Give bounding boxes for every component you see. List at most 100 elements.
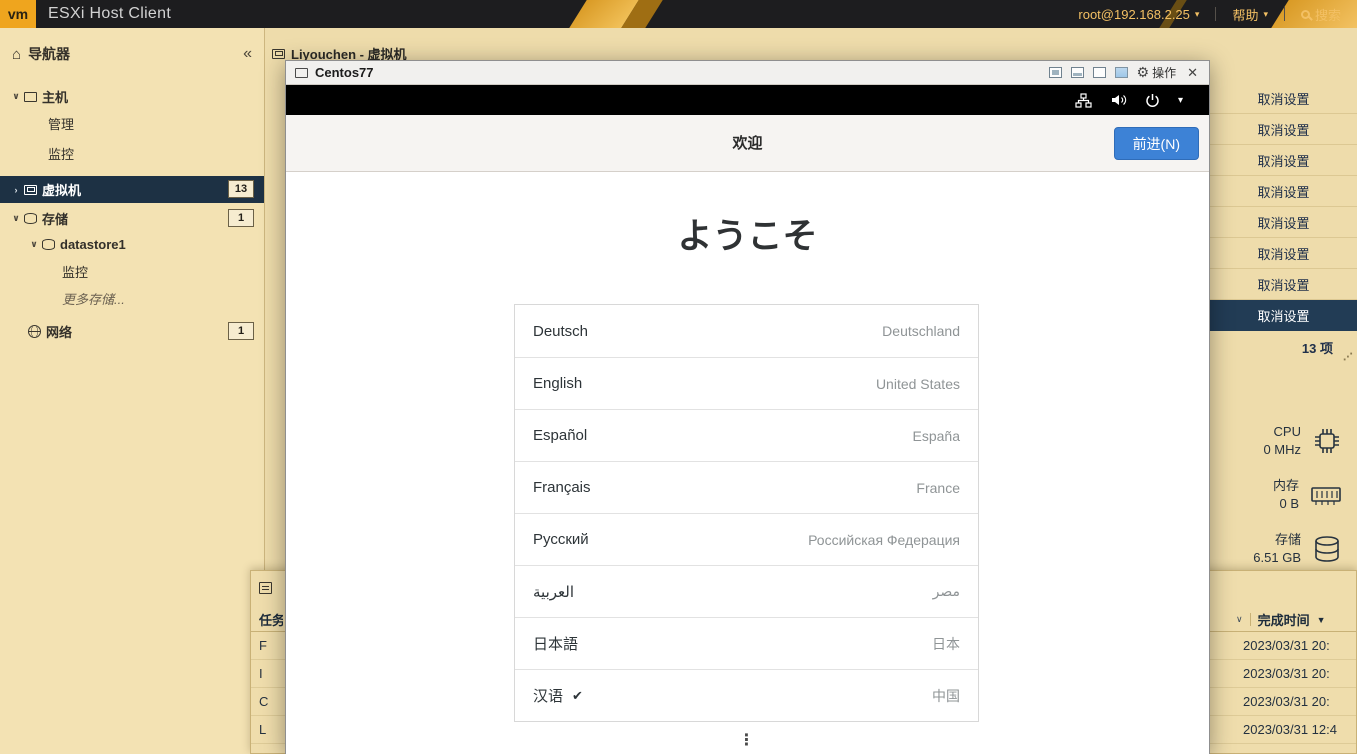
cancel-settings-button-selected[interactable]: 取消设置 (1210, 300, 1357, 331)
fullscreen-icon[interactable] (1049, 67, 1062, 78)
sidebar-item-more-storage[interactable]: 更多存储... (0, 285, 264, 312)
dialog-titlebar[interactable]: Centos77 ⚙ 操作 ✕ (286, 61, 1209, 85)
storage-label: 存储 (1253, 531, 1301, 549)
cancel-settings-button[interactable]: 取消设置 (1210, 83, 1357, 114)
guest-top-bar: ▾ (286, 85, 1209, 115)
sidebar-item-label: 网络 (46, 322, 72, 341)
search-control[interactable]: 搜索 (1285, 0, 1357, 28)
task-column-header[interactable]: 任务 (259, 610, 283, 629)
cancel-settings-button[interactable]: 取消设置 (1210, 145, 1357, 176)
language-option-english[interactable]: English United States (515, 357, 978, 409)
more-languages-ellipsis[interactable]: ⋮ (286, 730, 1209, 750)
datastore-icon (42, 239, 55, 250)
collapse-sidebar-button[interactable]: « (243, 45, 252, 63)
window-icon[interactable] (1093, 67, 1106, 78)
app-title: ESXi Host Client (48, 5, 171, 23)
network-icon[interactable] (1075, 93, 1092, 108)
chevron-down-icon: ▾ (1195, 9, 1200, 20)
language-region: Российская Федерация (808, 532, 960, 548)
vmware-logo: vm (0, 0, 36, 28)
language-region: España (913, 428, 960, 444)
console-icon (295, 68, 308, 78)
screenshot-icon[interactable] (1115, 67, 1128, 78)
memory-value: 0 B (1273, 495, 1299, 513)
sidebar-item-label: 管理 (48, 114, 74, 133)
sidebar-item-storage[interactable]: ∨ 存储 1 (0, 205, 264, 232)
cancel-settings-button[interactable]: 取消设置 (1210, 269, 1357, 300)
sidebar-item-host-monitor[interactable]: 监控 (0, 140, 264, 167)
installer-title: 欢迎 (286, 115, 1209, 172)
cancel-settings-button[interactable]: 取消设置 (1210, 238, 1357, 269)
language-name: Français (533, 479, 591, 496)
sidebar-item-networking[interactable]: 网络 1 (0, 318, 264, 345)
guest-top-bar-icons: ▾ (1075, 93, 1209, 108)
language-name: 日本語 (533, 633, 578, 654)
language-option-russian[interactable]: Русский Российская Федерация (515, 513, 978, 565)
dialog-controls: ⚙ 操作 ✕ (1049, 64, 1200, 81)
gear-icon: ⚙ (1137, 64, 1150, 81)
language-option-francais[interactable]: Français France (515, 461, 978, 513)
speaker-icon[interactable] (1110, 93, 1127, 107)
cpu-value: 0 MHz (1263, 441, 1301, 459)
sidebar-item-label: 主机 (42, 87, 68, 106)
language-option-chinese-selected[interactable]: 汉语 ✔ 中国 (515, 669, 978, 721)
language-region: مصر (933, 583, 960, 600)
sidebar-item-virtual-machines[interactable]: › 虚拟机 13 (0, 176, 264, 203)
memory-label: 内存 (1273, 477, 1299, 495)
close-icon[interactable]: ✕ (1185, 65, 1200, 81)
user-menu-label: root@192.168.2.25 (1078, 7, 1190, 22)
chevron-down-icon[interactable]: ∨ (8, 213, 24, 224)
actions-menu[interactable]: ⚙ 操作 (1137, 64, 1177, 81)
sidebar-item-host[interactable]: ∨ 主机 (0, 83, 264, 110)
chevron-down-icon[interactable]: ∨ (8, 91, 24, 102)
cancel-settings-button[interactable]: 取消设置 (1210, 207, 1357, 238)
language-name: Русский (533, 531, 589, 548)
storage-stat: 存储 6.51 GB (1253, 531, 1343, 567)
task-time: 2023/03/31 20: (1243, 694, 1330, 709)
user-menu[interactable]: root@192.168.2.25 ▾ (1062, 0, 1215, 28)
language-region: Deutschland (882, 323, 960, 339)
vm-console-dialog: Centos77 ⚙ 操作 ✕ (285, 60, 1210, 754)
help-menu[interactable]: 帮助 ▾ (1216, 0, 1284, 28)
storage-disk-icon (1311, 534, 1343, 564)
chevron-down-icon[interactable]: ▾ (1178, 95, 1183, 106)
tasks-icon (259, 582, 272, 594)
sidebar-item-label: datastore1 (60, 237, 126, 252)
actions-label: 操作 (1152, 64, 1176, 81)
chevron-right-icon[interactable]: › (8, 185, 24, 195)
sidebar-item-label: 监控 (62, 262, 88, 281)
installer-body: ようこそ Deutsch Deutschland English United … (286, 172, 1209, 754)
cancel-settings-button[interactable]: 取消设置 (1210, 176, 1357, 207)
network-globe-icon (28, 325, 41, 338)
chevron-down-icon[interactable]: ∨ (1236, 614, 1243, 625)
home-icon: ⌂ (12, 47, 21, 62)
chevron-down-icon: ▾ (1263, 9, 1268, 20)
cancel-settings-button[interactable]: 取消设置 (1210, 114, 1357, 145)
sidebar-item-datastore-monitor[interactable]: 监控 (0, 258, 264, 285)
language-option-espanol[interactable]: Español España (515, 409, 978, 461)
task-name: L (259, 722, 266, 737)
completion-time-column-header[interactable]: ∨ 完成时间 ▼ (1236, 610, 1326, 629)
memory-stat: 内存 0 B (1273, 477, 1343, 513)
sidebar-item-datastore1[interactable]: ∨ datastore1 (0, 231, 264, 258)
language-name: 汉语 (533, 685, 563, 706)
esxi-host-client: vm ESXi Host Client root@192.168.2.25 ▾ … (0, 0, 1357, 754)
sidebar-item-host-manage[interactable]: 管理 (0, 110, 264, 137)
window-split-icon[interactable] (1071, 67, 1084, 78)
sidebar-item-label: 更多存储... (62, 289, 125, 308)
cpu-stat: CPU 0 MHz (1263, 423, 1343, 459)
help-menu-label: 帮助 (1232, 5, 1258, 24)
resize-grip[interactable]: ⋰ (1343, 352, 1353, 363)
search-icon (1301, 10, 1310, 19)
power-icon[interactable] (1145, 93, 1160, 108)
language-name: Deutsch (533, 323, 588, 340)
navigator-title: 导航器 (28, 44, 70, 64)
completion-time-label: 完成时间 (1258, 610, 1310, 629)
language-list: Deutsch Deutschland English United State… (514, 304, 979, 722)
language-option-japanese[interactable]: 日本語 日本 (515, 617, 978, 669)
language-option-arabic[interactable]: العربية مصر (515, 565, 978, 617)
language-option-deutsch[interactable]: Deutsch Deutschland (515, 305, 978, 357)
items-count-label: 13 项 (1302, 338, 1333, 357)
forward-button[interactable]: 前进(N) (1114, 127, 1199, 160)
chevron-down-icon[interactable]: ∨ (26, 239, 42, 250)
